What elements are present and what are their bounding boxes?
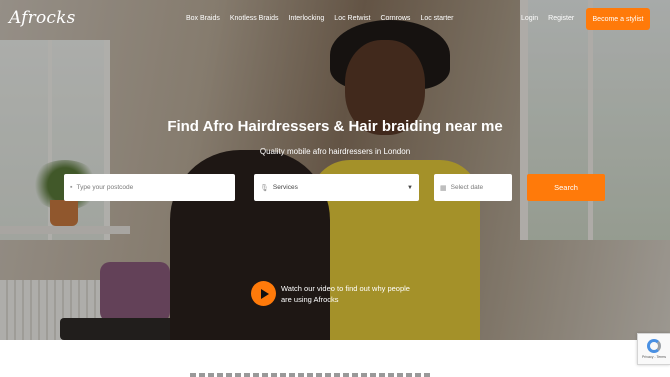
auth-links: Login Register (521, 15, 574, 22)
chevron-down-icon: ▼ (407, 184, 413, 191)
play-icon (260, 288, 269, 299)
calendar-icon: ▦ (440, 184, 447, 192)
search-button[interactable]: Search (527, 174, 605, 201)
login-link[interactable]: Login (521, 15, 538, 22)
date-placeholder: Select date (450, 184, 484, 191)
nav-link-knotless-braids[interactable]: Knotless Braids (230, 15, 279, 22)
below-fold-section (0, 340, 670, 377)
hero-subtitle: Quality mobile afro hairdressers in Lond… (259, 147, 411, 156)
nav-link-box-braids[interactable]: Box Braids (186, 15, 220, 22)
section-heading-cropped (190, 373, 430, 377)
recaptcha-terms[interactable]: Privacy - Terms (642, 355, 666, 359)
nav-link-cornrows[interactable]: Cornrows (380, 15, 410, 22)
postcode-placeholder: Type your postcode (76, 184, 134, 191)
location-icon: ▪ (70, 184, 73, 191)
nav-link-loc-retwist[interactable]: Loc Retwist (334, 15, 370, 22)
nav-link-interlocking[interactable]: Interlocking (289, 15, 325, 22)
video-promo: Watch our video to find out why people a… (251, 281, 421, 306)
nav-links: Box Braids Knotless Braids Interlocking … (186, 15, 454, 22)
brand-logo[interactable]: Afrocks (9, 8, 76, 28)
nav-link-loc-starter[interactable]: Loc starter (420, 15, 453, 22)
play-video-button[interactable] (251, 281, 276, 306)
become-stylist-button[interactable]: Become a stylist (586, 8, 650, 30)
register-link[interactable]: Register (548, 15, 574, 22)
date-input[interactable]: ▦ Select date (434, 174, 512, 201)
services-select[interactable]: 🎙 Services ▼ (254, 174, 419, 201)
top-navigation: Afrocks Box Braids Knotless Braids Inter… (0, 0, 670, 38)
microphone-icon: 🎙 (260, 184, 269, 192)
recaptcha-badge[interactable]: Privacy - Terms (637, 333, 670, 365)
recaptcha-icon (647, 339, 661, 353)
postcode-input[interactable]: ▪ Type your postcode (64, 174, 235, 201)
video-promo-text[interactable]: Watch our video to find out why people a… (281, 283, 421, 305)
hero-title: Find Afro Hairdressers & Hair braiding n… (167, 118, 503, 135)
services-value: Services (272, 184, 298, 191)
